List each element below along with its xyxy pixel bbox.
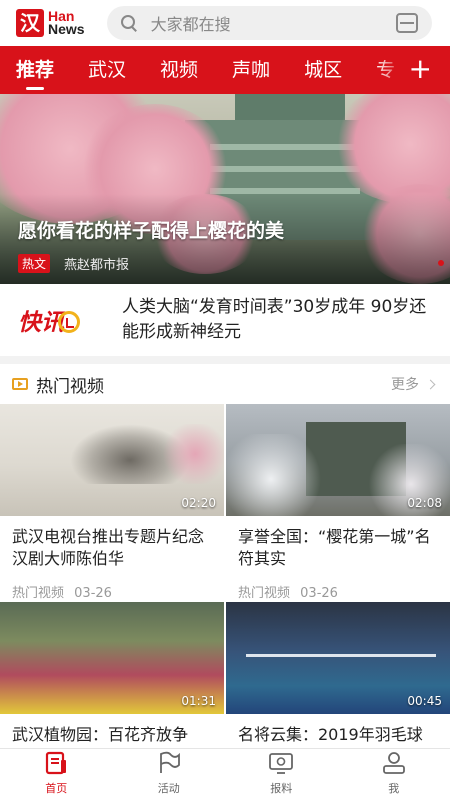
tab-label: 首页 [45, 782, 68, 795]
top-header: 汉 Han News 大家都在搜 [0, 0, 450, 46]
channel-tab-wuhan[interactable]: 武汉 [88, 46, 126, 94]
bottom-tab-bar: 首页 活动 报料 我 [0, 748, 450, 800]
tab-report[interactable]: 报料 [225, 749, 338, 800]
channel-tab-district[interactable]: 城区 [304, 46, 342, 94]
video-duration: 01:31 [181, 694, 216, 708]
video-card[interactable]: 02:08 享誉全国：“樱花第一城”名符其实 热门视频 03-26 [226, 404, 450, 601]
video-date: 03-26 [74, 586, 112, 601]
channel-bar: 推荐 武汉 视频 声咖 城区 专 + [0, 46, 450, 94]
user-icon [381, 751, 407, 775]
tab-me[interactable]: 我 [338, 749, 450, 800]
home-icon [43, 751, 69, 775]
video-thumbnail: 02:20 [0, 404, 224, 516]
video-meta: 热门视频 03-26 [12, 582, 212, 601]
video-card[interactable]: 00:45 名将云集：2019年羽毛球 [226, 602, 450, 746]
video-title: 武汉电视台推出专题片纪念汉剧大师陈伯华 [12, 527, 205, 568]
search-placeholder: 大家都在搜 [150, 15, 231, 34]
search-bar[interactable]: 大家都在搜 [106, 6, 432, 40]
scan-icon[interactable] [396, 13, 418, 33]
thumbnail-net [246, 654, 436, 657]
video-category: 热门视频 [12, 586, 65, 601]
tab-label: 报料 [270, 782, 293, 795]
video-thumbnail: 02:08 [226, 404, 450, 516]
video-title: 名将云集：2019年羽毛球 [238, 725, 423, 744]
flash-news-logo: 快讯 [18, 300, 102, 340]
logo-mark: 汉 [16, 9, 44, 37]
carousel-dot-active [438, 260, 444, 266]
flash-news[interactable]: 快讯 人类大脑“发育时间表”30岁成年 90岁还能形成新神经元 [0, 284, 450, 356]
video-category: 热门视频 [238, 586, 291, 601]
flag-icon [156, 751, 182, 775]
hot-tag: 热文 [18, 254, 51, 273]
tab-activity[interactable]: 活动 [113, 749, 226, 800]
hero-source: 燕赵都市报 [64, 258, 130, 273]
hot-videos-section: 热门视频 更多 02:20 武汉电视台推出专题片纪念汉剧大师陈伯华 热门视频 0… [0, 364, 450, 800]
report-icon [268, 751, 294, 775]
video-icon [12, 378, 28, 390]
hero-title: 愿你看花的样子配得上樱花的美 [18, 220, 285, 242]
video-duration: 00:45 [407, 694, 442, 708]
hero-meta: 热文 燕赵都市报 [18, 254, 129, 273]
hero-banner[interactable]: 愿你看花的样子配得上樱花的美 热文 燕赵都市报 [0, 94, 450, 284]
section-header: 热门视频 更多 [0, 364, 450, 404]
tab-label: 我 [388, 782, 400, 795]
logo-text: Han News [48, 9, 85, 37]
video-card[interactable]: 02:20 武汉电视台推出专题片纪念汉剧大师陈伯华 热门视频 03-26 [0, 404, 224, 601]
tab-label: 活动 [157, 782, 180, 795]
carousel-indicator [438, 260, 444, 266]
video-card[interactable]: 01:31 武汉植物园：百花齐放争 [0, 602, 224, 746]
add-channel-icon[interactable]: + [409, 46, 432, 94]
tab-home[interactable]: 首页 [0, 749, 113, 800]
video-thumbnail: 01:31 [0, 602, 224, 714]
logo-line-2: News [48, 21, 85, 37]
video-title: 武汉植物园：百花齐放争 [12, 725, 189, 744]
section-title: 热门视频 [36, 376, 104, 397]
video-meta: 热门视频 03-26 [238, 582, 438, 601]
app-logo[interactable]: 汉 Han News [16, 8, 85, 38]
thumbnail-blossom [226, 434, 326, 516]
more-link[interactable]: 更多 [391, 374, 419, 394]
channel-fade [376, 46, 406, 94]
thumbnail-blossom [160, 424, 224, 484]
video-duration: 02:08 [407, 496, 442, 510]
chevron-right-icon[interactable] [425, 379, 436, 389]
video-title: 享誉全国：“樱花第一城”名符其实 [238, 527, 431, 568]
channel-tab-audio[interactable]: 声咖 [232, 46, 270, 94]
video-date: 03-26 [300, 586, 338, 601]
video-thumbnail: 00:45 [226, 602, 450, 714]
search-icon [120, 15, 137, 31]
video-duration: 02:20 [181, 496, 216, 510]
channel-tab-video[interactable]: 视频 [160, 46, 198, 94]
channel-tab-recommend[interactable]: 推荐 [16, 46, 54, 94]
clock-icon [58, 311, 80, 333]
flash-news-headline: 人类大脑“发育时间表”30岁成年 90岁还能形成新神经元 [122, 297, 427, 342]
